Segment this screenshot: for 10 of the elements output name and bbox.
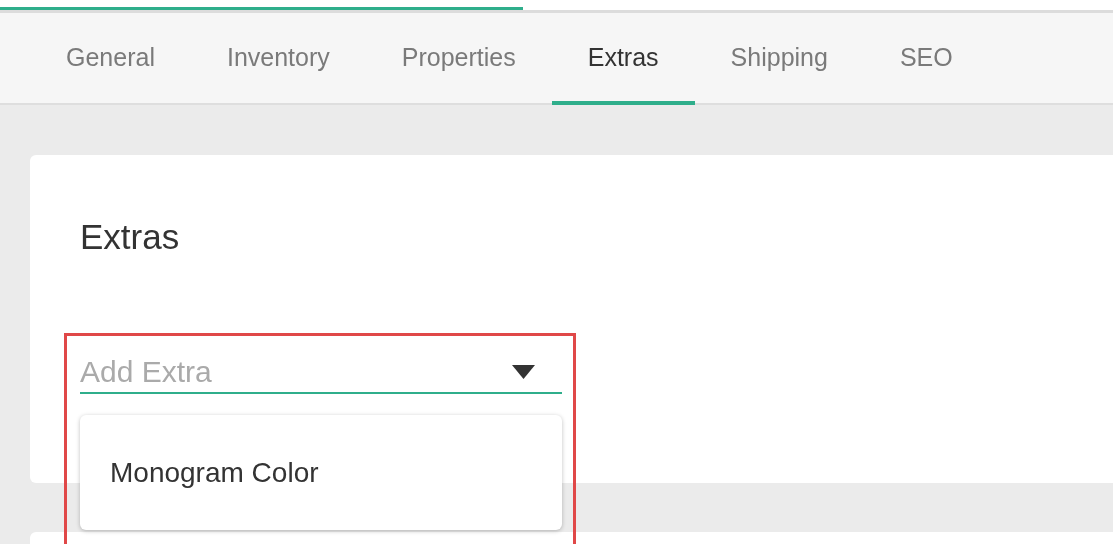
tab[interactable]: Extras: [551, 13, 695, 105]
dropdown-option[interactable]: Monogram Color: [80, 456, 562, 489]
tab[interactable]: SEO: [863, 13, 989, 105]
tab[interactable]: Properties: [365, 13, 552, 105]
select-field[interactable]: Add Extra: [80, 352, 562, 394]
tab[interactable]: Shipping: [694, 13, 864, 105]
card-title: Extras: [80, 217, 181, 257]
tab[interactable]: General: [30, 13, 191, 105]
caret-icon: [512, 365, 535, 379]
tab[interactable]: Inventory: [190, 13, 366, 105]
